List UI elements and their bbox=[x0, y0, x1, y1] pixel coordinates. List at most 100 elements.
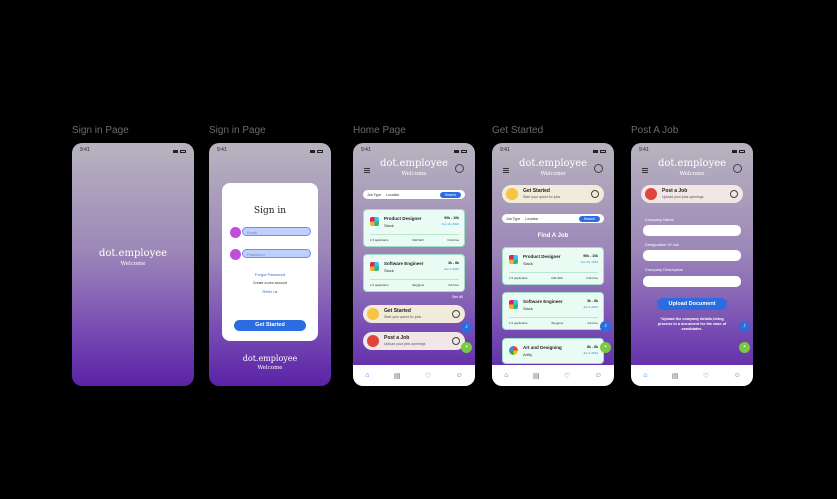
filter-bar: Job Type Location Search bbox=[363, 190, 465, 199]
search-button[interactable]: Search bbox=[578, 215, 600, 222]
job-price: 90k - 10k bbox=[444, 216, 459, 220]
user-icon[interactable]: ☺ bbox=[595, 372, 602, 379]
get-started-subtitle: Start your quest for jobs bbox=[523, 195, 561, 199]
document-icon[interactable]: ▤ bbox=[672, 372, 679, 380]
job-mode: Full-time bbox=[447, 238, 459, 242]
job-level: Mid-Skill bbox=[412, 238, 424, 242]
frame-title-signin-2: Sign in Page bbox=[209, 125, 266, 136]
job-level: Mid-Skill bbox=[551, 276, 563, 280]
post-job-card[interactable]: Post a Job Upload your jobs openings bbox=[641, 185, 743, 203]
company-name-label: Company Name bbox=[645, 217, 674, 222]
filter-bar: Job Type Location Search bbox=[502, 214, 604, 223]
job-company: Slack bbox=[384, 223, 394, 228]
description-label: Company Description bbox=[645, 267, 684, 272]
status-bar: 9:41 bbox=[80, 147, 186, 155]
job-applicants: 1.5 applicants bbox=[509, 276, 528, 280]
job-date: Jun 19, 2024 bbox=[441, 222, 459, 226]
brand-logo: dot.employee Welcome bbox=[353, 158, 475, 177]
job-title: Product Designer bbox=[384, 216, 422, 221]
company-name-input[interactable] bbox=[643, 225, 741, 236]
description-input[interactable] bbox=[643, 276, 741, 287]
post-job-card[interactable]: Post a Job Upload your jobs openings bbox=[363, 332, 465, 350]
status-time: 9:41 bbox=[217, 147, 227, 153]
create-account-link[interactable]: Create a new account bbox=[222, 281, 318, 285]
get-started-card[interactable]: Get Started Start your quest for jobs bbox=[363, 305, 465, 323]
chat-icon[interactable]: ▪ bbox=[600, 342, 611, 353]
location-filter[interactable]: Location bbox=[386, 193, 399, 197]
bell-icon[interactable]: ♪ bbox=[600, 321, 611, 332]
arrow-icon bbox=[452, 337, 460, 345]
job-price: 3k - 8k bbox=[587, 299, 598, 303]
brand-tagline: Welcome bbox=[679, 171, 705, 177]
home-icon[interactable]: ⌂ bbox=[643, 372, 647, 379]
job-card[interactable]: Art and Designing Artify 8k - 8k Jun 4 2… bbox=[502, 338, 604, 364]
arrow-icon bbox=[730, 190, 738, 198]
job-applicants: 1.6 applicants bbox=[370, 283, 389, 287]
job-price: 90k - 10k bbox=[583, 254, 598, 258]
arrow-icon bbox=[591, 190, 599, 198]
job-card[interactable]: Software Engineer Slack 3k - 8k Jun 4 20… bbox=[502, 292, 604, 330]
search-button[interactable]: Search bbox=[439, 191, 461, 198]
password-placeholder: Password bbox=[247, 251, 265, 257]
job-mode: full-time bbox=[448, 283, 459, 287]
signin-heading: Sign in bbox=[253, 206, 287, 216]
job-title: Software Engineer bbox=[523, 299, 563, 304]
user-icon[interactable]: ☺ bbox=[456, 372, 463, 379]
brand-tagline: Welcome bbox=[401, 171, 427, 177]
slack-logo-icon bbox=[370, 217, 379, 226]
email-field[interactable]: Email bbox=[242, 227, 311, 236]
job-company: Slack bbox=[523, 306, 533, 311]
brand-name: dot.employee bbox=[98, 248, 168, 259]
password-field[interactable]: Password bbox=[242, 249, 311, 258]
location-filter[interactable]: Location bbox=[525, 217, 538, 221]
home-icon[interactable]: ⌂ bbox=[504, 372, 508, 379]
phone-home: 9:41 dot.employee Welcome Job Type Locat… bbox=[353, 143, 475, 386]
see-all-link[interactable]: See All bbox=[452, 295, 463, 299]
document-icon[interactable]: ▤ bbox=[394, 372, 401, 380]
forgot-password-link[interactable]: Forgot Password bbox=[222, 272, 318, 277]
designation-input[interactable] bbox=[643, 250, 741, 261]
heart-icon[interactable]: ♡ bbox=[703, 372, 709, 380]
phone-splash: 9:41 dot.employee Welcome bbox=[72, 143, 194, 386]
lock-icon bbox=[230, 249, 241, 260]
get-started-button[interactable]: Get Started bbox=[234, 320, 306, 331]
refer-link[interactable]: Refer us bbox=[222, 289, 318, 294]
job-type-filter[interactable]: Job Type bbox=[506, 217, 520, 221]
status-time: 9:41 bbox=[639, 147, 649, 153]
heart-icon[interactable]: ♡ bbox=[425, 372, 431, 380]
job-card[interactable]: Product Designer Slack 90k - 10k Jun 19,… bbox=[502, 247, 604, 285]
brand-tagline: Welcome bbox=[120, 261, 146, 267]
brand-tagline: Welcome bbox=[540, 171, 566, 177]
status-time: 9:41 bbox=[80, 147, 90, 153]
bell-icon[interactable]: ♪ bbox=[461, 322, 472, 333]
avatar-icon bbox=[367, 308, 379, 320]
home-icon[interactable]: ⌂ bbox=[365, 372, 369, 379]
job-mode: full-time bbox=[587, 321, 598, 325]
job-type-filter[interactable]: Job Type bbox=[367, 193, 381, 197]
avatar-icon bbox=[645, 188, 657, 200]
heart-icon[interactable]: ♡ bbox=[564, 372, 570, 380]
upload-document-button[interactable]: Upload Document bbox=[657, 298, 727, 310]
job-mode: Full-time bbox=[586, 276, 598, 280]
arrow-icon bbox=[452, 310, 460, 318]
user-icon[interactable]: ☺ bbox=[734, 372, 741, 379]
phone-get-started: 9:41 dot.employee Welcome Get Started St… bbox=[492, 143, 614, 386]
job-card[interactable]: Product Designer Slack 90k - 10k Jun 19,… bbox=[363, 209, 465, 247]
bell-icon[interactable]: ♪ bbox=[739, 321, 750, 332]
phone-signin: 9:41 Sign in Email Password Forgot Passw… bbox=[209, 143, 331, 386]
job-card[interactable]: Software Engineer Slack 3k - 8k Jun 4 20… bbox=[363, 254, 465, 292]
job-company: Slack bbox=[384, 268, 394, 273]
find-job-heading: Find A Job bbox=[537, 233, 569, 239]
chat-icon[interactable]: ▪ bbox=[461, 342, 472, 353]
brand-logo: dot.employee Welcome bbox=[631, 158, 753, 177]
brand-name: dot.employee bbox=[518, 158, 588, 169]
document-icon[interactable]: ▤ bbox=[533, 372, 540, 380]
tab-bar: ⌂ ▤ ♡ ☺ bbox=[631, 365, 753, 386]
brand-name: dot.employee bbox=[379, 158, 449, 169]
chat-icon[interactable]: ▪ bbox=[739, 342, 750, 353]
get-started-card[interactable]: Get Started Start your quest for jobs bbox=[502, 185, 604, 203]
job-date: Jun 4 2024 bbox=[444, 267, 459, 271]
designation-label: Designation Of Job bbox=[645, 242, 680, 247]
frame-title-post-job: Post A Job bbox=[631, 125, 679, 136]
frame-title-home: Home Page bbox=[353, 125, 406, 136]
